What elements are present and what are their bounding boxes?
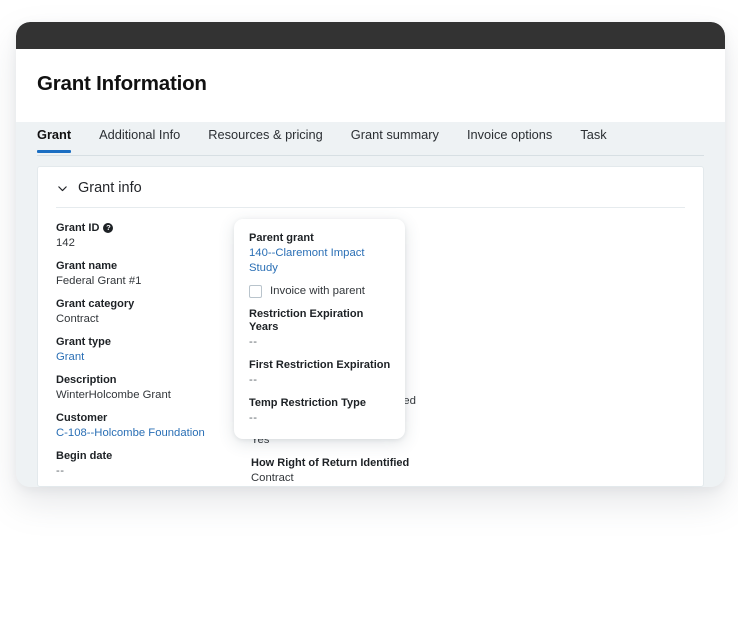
grant-info-card: Grant info Grant ID ? 142 Grant name Fed…: [37, 166, 704, 487]
field-customer: Customer C-108--Holcombe Foundation: [56, 412, 251, 441]
field-how-right-of-return-identified: How Right of Return Identified Contract: [251, 457, 446, 486]
checkbox-invoice-with-parent[interactable]: Invoice with parent: [249, 285, 391, 298]
window-titlebar: [16, 22, 725, 49]
restriction-expiration-years-value: --: [249, 336, 258, 348]
how-identified-value: Contract: [251, 471, 294, 484]
tab-invoice-options[interactable]: Invoice options: [453, 122, 566, 153]
field-grant-id: Grant ID ? 142: [56, 222, 251, 251]
first-restriction-expiration-value: --: [249, 374, 258, 386]
grant-id-label-text: Grant ID: [56, 221, 100, 234]
content-area: Grant info Grant ID ? 142 Grant name Fed…: [16, 156, 725, 487]
field-parent-grant: Parent grant 140--Claremont Impact Study: [249, 232, 391, 276]
field-label: Temp Restriction Type: [249, 397, 366, 409]
tab-grant[interactable]: Grant: [37, 122, 85, 153]
grant-name-value: Federal Grant #1: [56, 274, 142, 287]
grant-id-value: 142: [56, 236, 75, 249]
description-value: WinterHolcombe Grant: [56, 388, 171, 401]
field-first-restriction-expiration: First Restriction Expiration --: [249, 359, 391, 388]
field-label: Grant name: [56, 259, 118, 272]
field-label: Grant category: [56, 297, 135, 310]
field-description: Description WinterHolcombe Grant: [56, 374, 251, 403]
grant-type-link[interactable]: Grant: [56, 350, 251, 365]
tab-bar: Grant Additional Info Resources & pricin…: [16, 122, 725, 156]
field-label: Grant ID ?: [56, 222, 251, 235]
field-restriction-expiration-years: Restriction Expiration Years --: [249, 308, 391, 350]
field-label: Grant type: [56, 335, 112, 348]
help-circle-icon[interactable]: ?: [103, 223, 114, 233]
field-label: How Right of Return Identified: [251, 456, 410, 469]
page-title: Grant Information: [37, 72, 207, 95]
field-label: Description: [56, 373, 117, 386]
field-label: First Restriction Expiration: [249, 359, 391, 371]
chevron-down-icon[interactable]: [56, 182, 69, 195]
customer-link[interactable]: C-108--Holcombe Foundation: [56, 426, 251, 441]
field-label: Parent grant: [249, 232, 314, 244]
parent-grant-popup: Parent grant 140--Claremont Impact Study…: [234, 219, 405, 439]
section-title: Grant info: [78, 180, 142, 196]
checkbox-label: Invoice with parent: [270, 285, 365, 297]
field-grant-category: Grant category Contract: [56, 298, 251, 327]
page-header: Grant Information: [16, 49, 725, 122]
field-label: Begin date: [56, 449, 113, 462]
tab-additional-info[interactable]: Additional Info: [85, 122, 194, 153]
left-field-column: Grant ID ? 142 Grant name Federal Grant …: [56, 222, 251, 487]
field-grant-type: Grant type Grant: [56, 336, 251, 365]
field-label: Customer: [56, 411, 108, 424]
field-begin-date: Begin date --: [56, 450, 251, 479]
field-grant-name: Grant name Federal Grant #1: [56, 260, 251, 289]
tab-resources-pricing[interactable]: Resources & pricing: [194, 122, 337, 153]
tab-grant-summary[interactable]: Grant summary: [337, 122, 453, 153]
grant-info-section-header[interactable]: Grant info: [56, 181, 685, 208]
checkbox-icon[interactable]: [249, 285, 262, 298]
parent-grant-link[interactable]: 140--Claremont Impact Study: [249, 246, 391, 276]
begin-date-value: --: [56, 464, 65, 477]
field-label: Restriction Expiration Years: [249, 308, 364, 333]
tab-task[interactable]: Task: [566, 122, 620, 153]
field-temp-restriction-type: Temp Restriction Type --: [249, 397, 391, 426]
grant-category-value: Contract: [56, 312, 99, 325]
app-window: Grant Information Grant Additional Info …: [16, 22, 725, 487]
temp-restriction-type-value: --: [249, 412, 258, 424]
